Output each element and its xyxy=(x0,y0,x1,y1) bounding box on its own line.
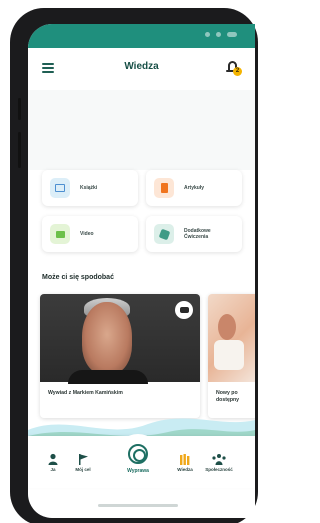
interview-photo xyxy=(40,294,200,384)
video-badge-icon xyxy=(175,301,193,319)
photo-shirt xyxy=(68,370,148,384)
video-icon xyxy=(50,224,70,244)
nav-label: Ja xyxy=(50,467,56,472)
status-bar xyxy=(28,24,255,48)
phone-frame: Wiedza 2 Książki Artykuły Video Dodatkow… xyxy=(10,8,258,523)
content-photo xyxy=(208,294,255,382)
person-icon xyxy=(47,452,59,465)
header-background xyxy=(28,90,255,170)
puzzle-icon xyxy=(154,224,174,244)
nav-label: Wiedza xyxy=(177,467,193,472)
nav-item-my-goal[interactable]: Mój cel xyxy=(66,452,100,472)
article-icon xyxy=(154,178,174,198)
photo-object xyxy=(214,340,244,370)
signal-icon xyxy=(205,32,210,37)
notifications-button[interactable]: 2 xyxy=(225,60,242,76)
category-label: Artykuły xyxy=(184,185,205,191)
category-card-articles[interactable]: Artykuły xyxy=(146,170,242,206)
app-screen: Wiedza 2 Książki Artykuły Video Dodatkow… xyxy=(28,24,255,518)
app-header: Wiedza 2 xyxy=(28,48,255,90)
flag-icon xyxy=(77,452,89,465)
wifi-icon xyxy=(216,32,221,37)
category-card-video[interactable]: Video xyxy=(42,216,138,252)
status-icons xyxy=(205,32,237,37)
nav-label: Społeczność xyxy=(205,467,233,472)
nav-item-community[interactable]: Społeczność xyxy=(202,452,236,472)
category-label: Video xyxy=(80,231,94,237)
category-label: Dodatkowe Ćwiczenia xyxy=(184,228,211,240)
photo-face xyxy=(82,302,132,374)
nav-label: Mój cel xyxy=(75,467,91,472)
books-icon xyxy=(179,452,191,465)
battery-icon xyxy=(227,32,237,37)
section-title: Może ci się spodobać xyxy=(42,274,114,281)
photo-person xyxy=(218,314,236,340)
bottom-navigation: Ja Mój cel Wyprawa Wiedza Społeczność xyxy=(28,434,255,488)
category-label: Książki xyxy=(80,185,98,191)
nav-item-me[interactable]: Ja xyxy=(36,452,70,472)
page-title: Wiedza xyxy=(124,61,159,72)
nav-item-knowledge[interactable]: Wiedza xyxy=(168,452,202,472)
content-card-caption: Nowy po dostępny xyxy=(216,390,240,403)
phone-volume-button xyxy=(18,132,21,168)
community-icon xyxy=(211,452,227,465)
content-card-interview[interactable]: Wywiad z Markiem Kamińskim xyxy=(40,294,200,418)
notification-badge: 2 xyxy=(233,67,242,76)
nav-label: Wyprawa xyxy=(127,468,149,474)
book-icon xyxy=(50,178,70,198)
swirl-icon xyxy=(128,444,148,464)
nav-item-expedition[interactable]: Wyprawa xyxy=(116,434,160,484)
home-indicator xyxy=(98,504,178,507)
content-card-new[interactable]: Nowy po dostępny xyxy=(208,294,255,418)
phone-side-button xyxy=(18,98,21,120)
category-card-exercises[interactable]: Dodatkowe Ćwiczenia xyxy=(146,216,242,252)
content-card-caption: Wywiad z Markiem Kamińskim xyxy=(48,390,123,396)
category-card-books[interactable]: Książki xyxy=(42,170,138,206)
